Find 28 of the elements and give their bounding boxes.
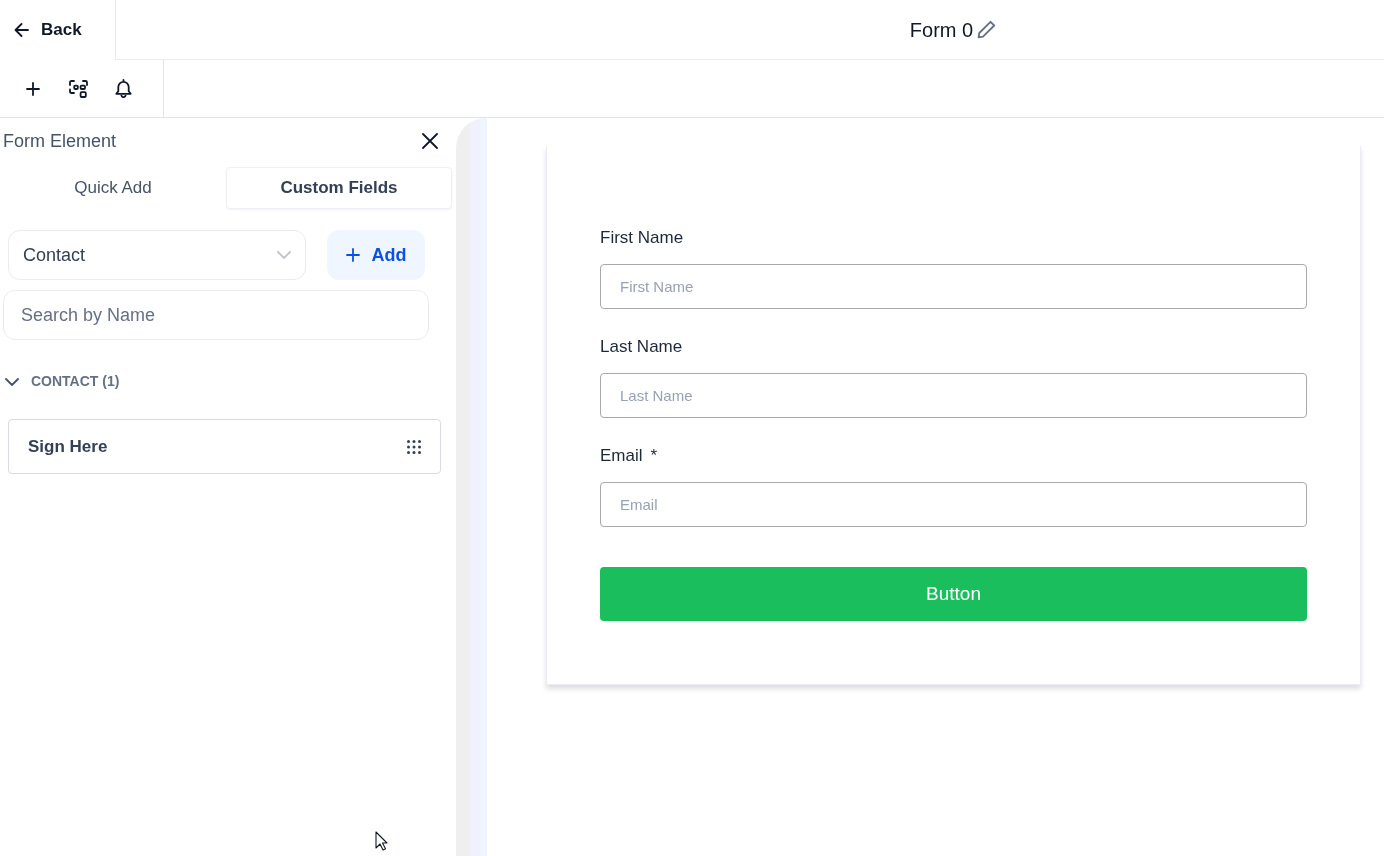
field-item[interactable]: Sign Here xyxy=(8,419,441,474)
field-label: Email xyxy=(600,445,643,468)
search-field[interactable]: Search by Name xyxy=(3,290,429,340)
plus-icon xyxy=(26,81,40,96)
panel-title: Form Element xyxy=(2,129,117,153)
back-button[interactable]: Back xyxy=(0,0,116,60)
plus-icon xyxy=(345,248,360,262)
add-field-button[interactable]: Add xyxy=(327,230,425,280)
input-field[interactable]: Email xyxy=(600,482,1307,527)
input-field[interactable]: Last Name xyxy=(600,373,1307,418)
field-label: First Name xyxy=(600,227,684,250)
field-label: Last Name xyxy=(600,336,683,359)
bell-icon xyxy=(114,79,132,98)
close-icon xyxy=(422,133,438,149)
object-select[interactable]: Contact xyxy=(8,230,306,280)
blocks-icon xyxy=(68,79,88,98)
chevron-down-icon xyxy=(5,377,19,386)
cursor-icon xyxy=(375,831,388,851)
chevron-down-icon xyxy=(277,251,291,259)
input-field[interactable]: First Name xyxy=(600,264,1307,309)
grip-icon xyxy=(407,439,421,454)
close-button[interactable] xyxy=(420,131,440,151)
arrow-left-icon xyxy=(14,22,29,37)
required-mark: * xyxy=(650,445,658,468)
form-title: Form 0 xyxy=(909,17,974,43)
group-header[interactable]: CONTACT (1) xyxy=(0,371,120,392)
pencil-icon xyxy=(977,20,997,39)
tab[interactable]: Custom Fields xyxy=(226,167,452,209)
